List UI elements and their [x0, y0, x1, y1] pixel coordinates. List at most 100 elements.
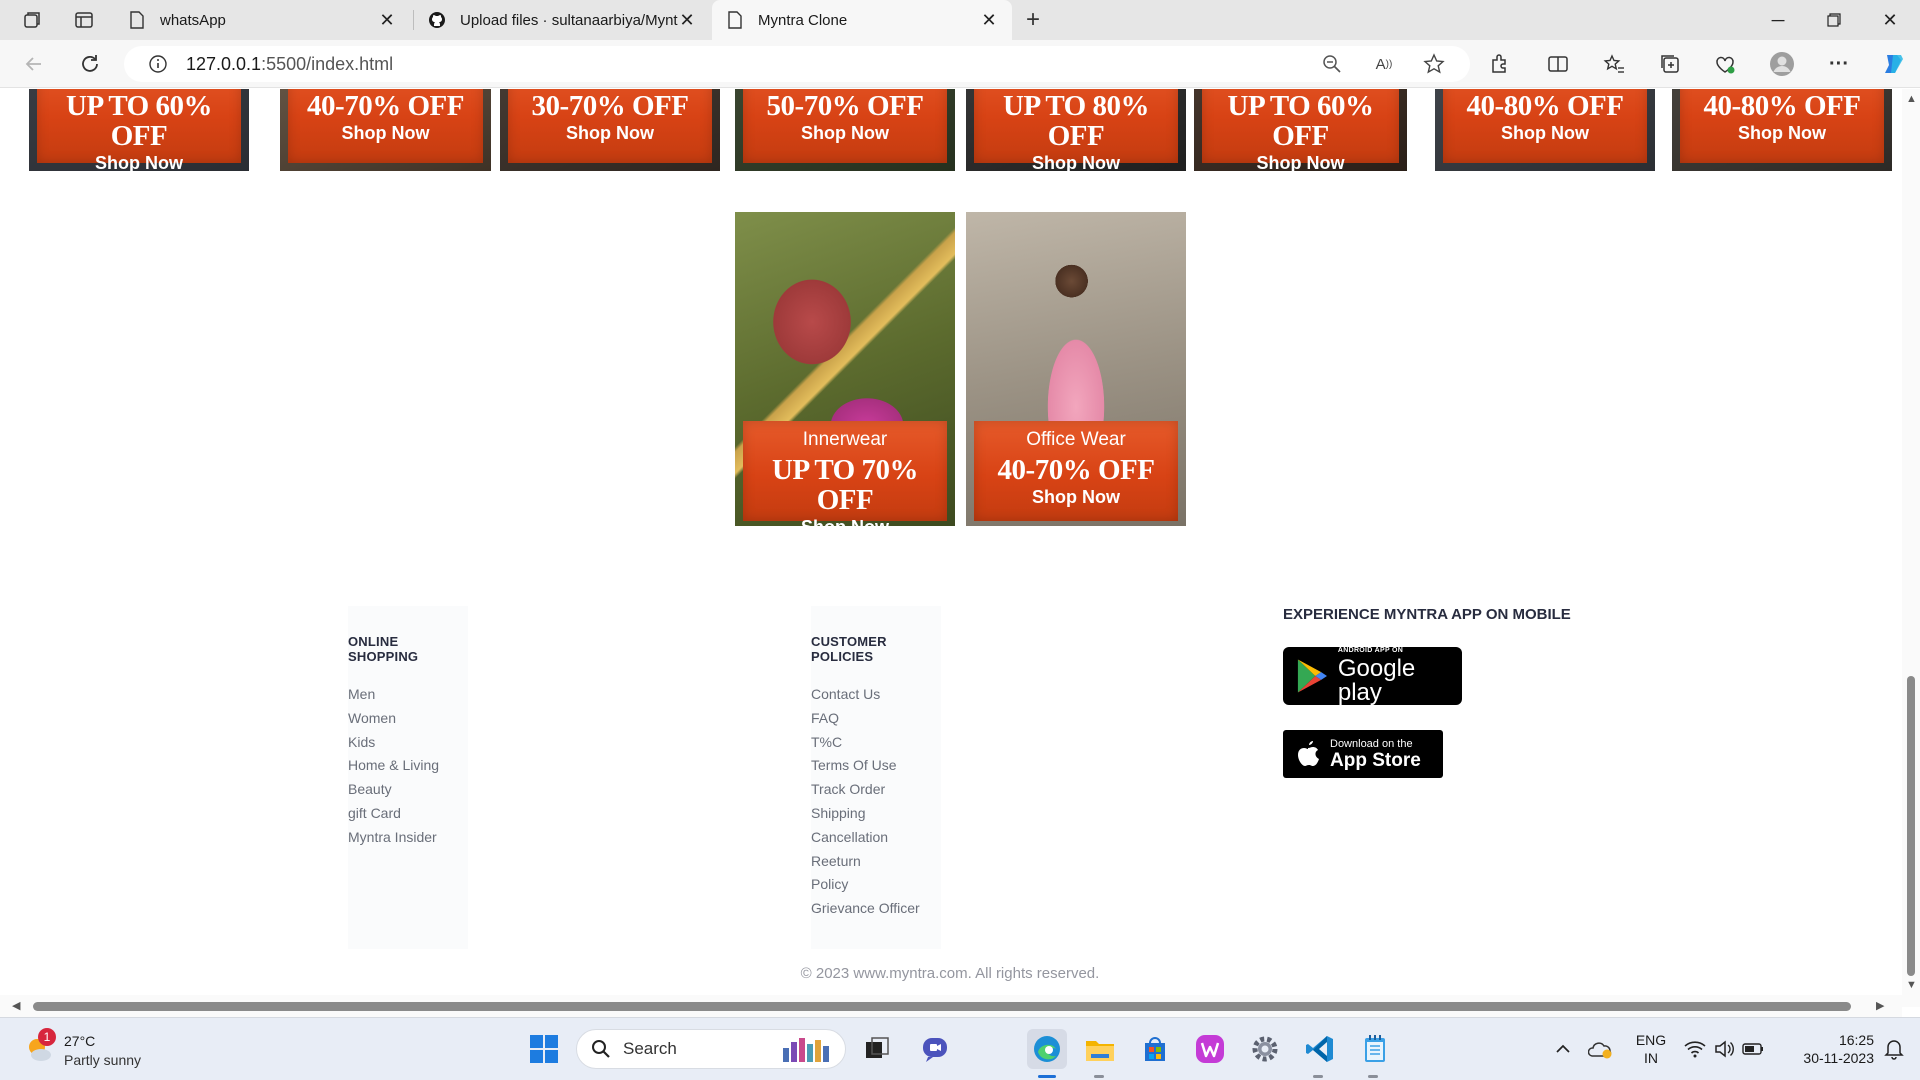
footer-link[interactable]: gift Card [348, 805, 468, 829]
wps-office-icon[interactable] [1193, 1032, 1227, 1066]
close-tab-icon[interactable]: ✕ [980, 10, 998, 30]
offer-tile[interactable]: Sleepwear30-70% OFFShop Now [500, 89, 720, 171]
vertical-scrollbar[interactable]: ▲ ▼ [1902, 89, 1920, 1007]
back-icon[interactable] [20, 50, 48, 78]
horizontal-scrollbar[interactable]: ◀ ▶ [0, 995, 1902, 1017]
refresh-icon[interactable] [76, 50, 104, 78]
shop-now-link[interactable]: Shop Now [974, 151, 1178, 171]
shop-now-link[interactable]: Shop Now [288, 121, 483, 145]
offer-tile[interactable]: Footwear50-70% OFFShop Now [735, 89, 955, 171]
system-status-group[interactable] [1678, 1032, 1770, 1066]
copilot-icon[interactable] [1880, 50, 1908, 78]
shop-now-link[interactable]: Shop Now [1443, 121, 1647, 145]
battery-icon [1742, 1043, 1763, 1055]
onedrive-icon[interactable] [1584, 1032, 1618, 1066]
open-app-indicator [1094, 1075, 1104, 1078]
start-icon[interactable] [527, 1032, 561, 1066]
offer-tile[interactable]: JewelleryUP TO 80% OFFShop Now [966, 89, 1186, 171]
horizontal-scroll-thumb[interactable] [33, 1002, 1851, 1011]
shop-now-link[interactable]: Shop Now [974, 485, 1178, 509]
zoom-icon[interactable] [1320, 52, 1344, 76]
language-indicator[interactable]: ENG IN [1628, 1031, 1674, 1067]
notifications-icon[interactable] [1877, 1032, 1911, 1066]
split-screen-icon[interactable] [1546, 52, 1570, 76]
tab-upload-files[interactable]: Upload files · sultanaarbiya/Mynt ✕ [414, 0, 710, 40]
minimize-icon[interactable]: ─ [1750, 0, 1806, 40]
task-view-icon[interactable] [860, 1032, 894, 1066]
tab-actions-icon[interactable] [72, 8, 96, 32]
offer-tile[interactable]: Size-Inclusive StylesUP TO 60% OFFShop N… [29, 89, 249, 171]
shop-now-link[interactable]: Shop Now [1202, 151, 1399, 171]
tab-title: Myntra Clone [758, 11, 848, 29]
shop-now-link[interactable]: Shop Now [1680, 121, 1884, 145]
footer-link[interactable]: Grievance Officer [811, 900, 941, 924]
google-play-button[interactable]: ANDROID APP ON Google play [1283, 647, 1462, 705]
footer-link[interactable]: Shipping [811, 805, 941, 829]
footer-link[interactable]: Kids [348, 734, 468, 758]
collections-icon[interactable] [1658, 52, 1682, 76]
vertical-scroll-thumb[interactable] [1907, 676, 1915, 976]
favorite-star-icon[interactable] [1422, 52, 1446, 76]
footer-link[interactable]: T%C [811, 734, 941, 758]
scroll-up-icon[interactable]: ▲ [1906, 93, 1917, 105]
browser-essentials-icon[interactable] [1713, 52, 1737, 76]
offer-band: Size-Inclusive StylesUP TO 60% OFFShop N… [37, 89, 241, 171]
close-window-icon[interactable]: ✕ [1862, 0, 1918, 40]
shop-now-link[interactable]: Shop Now [37, 151, 241, 171]
hidden-icons-chevron-icon[interactable] [1546, 1032, 1580, 1066]
shop-now-link[interactable]: Shop Now [508, 121, 712, 145]
footer-link[interactable]: Beauty [348, 781, 468, 805]
footer-link[interactable]: Policy [811, 876, 941, 900]
offer-tile-featured[interactable]: Office Wear 40-70% OFF Shop Now [966, 212, 1186, 526]
shop-now-link[interactable]: Shop Now [743, 121, 947, 145]
offer-category: Office Wear [1026, 429, 1126, 450]
footer-link[interactable]: Cancellation [811, 829, 941, 853]
more-options-icon[interactable]: ··· [1827, 52, 1851, 76]
close-tab-icon[interactable]: ✕ [678, 10, 696, 30]
wifi-icon [1684, 1041, 1706, 1058]
chat-icon[interactable] [918, 1032, 952, 1066]
tab-myntra-clone[interactable]: Myntra Clone ✕ [712, 0, 1012, 40]
workspaces-icon[interactable] [20, 8, 44, 32]
notepad-icon[interactable] [1358, 1032, 1392, 1066]
address-bar[interactable]: 127.0.0.1:5500/index.html A)) [124, 46, 1470, 82]
new-tab-icon[interactable]: + [1021, 6, 1045, 33]
tab-whatsapp[interactable]: whatsApp ✕ [114, 0, 410, 40]
offer-tile[interactable]: Home Decor40-70% OFFShop Now [280, 89, 491, 171]
close-tab-icon[interactable]: ✕ [378, 10, 396, 30]
footer-link[interactable]: Myntra Insider [348, 829, 468, 853]
shop-now-link[interactable]: Shop Now [743, 515, 947, 526]
url-text: 127.0.0.1:5500/index.html [186, 54, 393, 75]
microsoft-store-icon[interactable] [1138, 1032, 1172, 1066]
footer-link[interactable]: Women [348, 710, 468, 734]
file-explorer-icon[interactable] [1083, 1032, 1117, 1066]
footer-link[interactable]: FAQ [811, 710, 941, 734]
edge-taskbar-icon[interactable] [1027, 1029, 1067, 1069]
vscode-icon[interactable] [1303, 1032, 1337, 1066]
footer-link[interactable]: Reeturn [811, 853, 941, 877]
offer-tile-featured[interactable]: Innerwear UP TO 70% OFFShop Now [735, 212, 955, 526]
favorites-icon[interactable] [1602, 52, 1626, 76]
offer-tile[interactable]: Ethnic WearUP TO 60% OFFShop Now [1194, 89, 1407, 171]
language-code: ENG [1635, 1032, 1667, 1048]
settings-icon[interactable] [1248, 1032, 1282, 1066]
footer-link[interactable]: Track Order [811, 781, 941, 805]
taskbar-search[interactable]: Search [576, 1029, 846, 1069]
clock[interactable]: 16:25 30-11-2023 [1784, 1031, 1874, 1067]
browser-tab-bar: whatsApp ✕ Upload files · sultanaarbiya/… [0, 0, 1920, 40]
extensions-icon[interactable] [1487, 52, 1511, 76]
footer-link[interactable]: Contact Us [811, 686, 941, 710]
scroll-left-icon[interactable]: ◀ [12, 999, 20, 1012]
footer-link[interactable]: Terms Of Use [811, 757, 941, 781]
scroll-right-icon[interactable]: ▶ [1876, 999, 1884, 1012]
site-info-icon[interactable] [146, 52, 170, 76]
restore-icon[interactable] [1806, 0, 1862, 40]
profile-avatar[interactable] [1768, 50, 1796, 78]
offer-tile[interactable]: Workwear40-80% OFFShop Now [1435, 89, 1655, 171]
offer-tile[interactable]: Handbags40-80% OFFShop Now [1672, 89, 1892, 171]
read-aloud-icon[interactable]: A)) [1372, 52, 1396, 76]
scroll-down-icon[interactable]: ▼ [1906, 979, 1917, 991]
footer-link[interactable]: Home & Living [348, 757, 468, 781]
app-store-button[interactable]: Download on the App Store [1283, 730, 1443, 778]
footer-link[interactable]: Men [348, 686, 468, 710]
